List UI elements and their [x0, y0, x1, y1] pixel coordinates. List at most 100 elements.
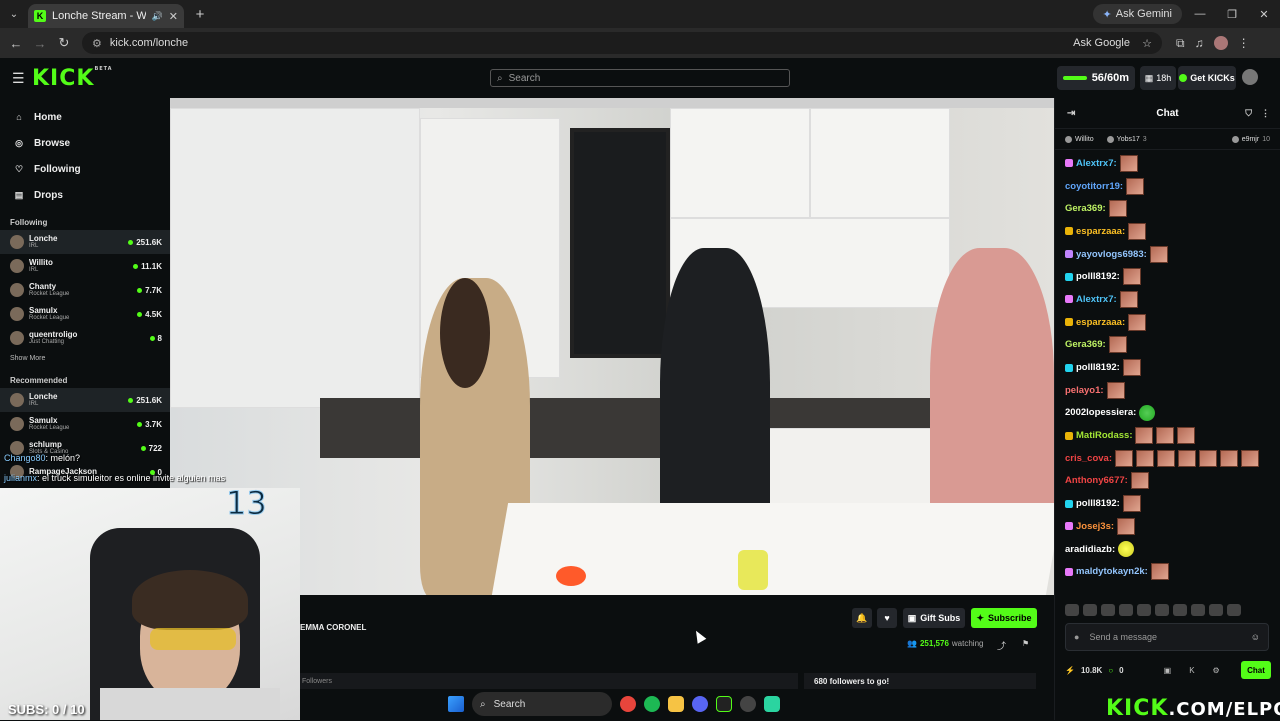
chat-username[interactable]: polll8192: — [1076, 271, 1120, 282]
search-input[interactable]: ⌕ Search — [490, 69, 790, 87]
kick-logo[interactable]: KICKBETA — [32, 66, 113, 91]
channel-category: IRL — [29, 267, 39, 274]
bookmark-star-icon[interactable]: ☆ — [1142, 37, 1152, 50]
close-tab-icon[interactable]: ✕ — [169, 10, 178, 23]
forward-icon[interactable]: → — [28, 36, 52, 51]
chat-username[interactable]: coyotitorr19: — [1065, 181, 1123, 192]
chat-username[interactable]: Anthony6677: — [1065, 475, 1128, 486]
chat-username[interactable]: MatiRodass: — [1076, 430, 1132, 441]
chat-username[interactable]: pelayo1: — [1065, 385, 1104, 396]
subscribe-button[interactable]: ✦ Subscribe — [971, 608, 1037, 628]
settings-gear-icon[interactable]: ⚙ — [1213, 666, 1220, 675]
emote-4[interactable] — [1119, 604, 1133, 616]
chat-username[interactable]: esparzaaa: — [1076, 226, 1125, 237]
kick-app-icon[interactable] — [716, 696, 732, 712]
emote-1[interactable] — [1065, 604, 1079, 616]
shield-icon[interactable]: ⛉ — [1245, 108, 1252, 119]
emoji-picker-icon[interactable]: ☺ — [1251, 632, 1260, 642]
get-kicks-button[interactable]: Get KICKs — [1178, 66, 1236, 90]
chat-username[interactable]: cris_cova: — [1065, 453, 1112, 464]
chat-username[interactable]: yayovlogs6983: — [1076, 249, 1147, 260]
emote-2[interactable] — [1083, 604, 1097, 616]
reload-icon[interactable]: ↻ — [52, 35, 76, 51]
emote-6[interactable] — [1155, 604, 1169, 616]
collapse-chat-icon[interactable]: ⇥ — [1067, 108, 1075, 119]
emote-8[interactable] — [1191, 604, 1205, 616]
hamburger-menu-icon[interactable]: ☰ — [12, 70, 25, 87]
follow-heart-button[interactable]: ♥ — [877, 608, 897, 628]
sidebar-nav-browse[interactable]: ◎ Browse — [0, 130, 170, 156]
streak-pill[interactable]: ▦ 18h — [1140, 66, 1176, 90]
emote-7[interactable] — [1173, 604, 1187, 616]
chat-message-input[interactable]: ● Send a message ☺ — [1065, 623, 1269, 651]
chat-username[interactable]: maldytokayn2k: — [1076, 566, 1148, 577]
url-field[interactable]: ⚙ kick.com/lonche Ask Google ☆ — [82, 32, 1162, 54]
video-player[interactable] — [170, 98, 1054, 595]
chat-username[interactable]: aradidiazb: — [1065, 544, 1115, 555]
new-tab-button[interactable]: + — [188, 6, 212, 23]
channel-tabs[interactable]: Followers — [300, 673, 798, 689]
chat-username[interactable]: Alextrx7: — [1076, 158, 1117, 169]
emote-9[interactable] — [1209, 604, 1223, 616]
share-icon[interactable]: ⤴ — [997, 639, 1006, 652]
file-explorer-icon[interactable] — [668, 696, 684, 712]
maximize-icon[interactable]: ❐ — [1216, 0, 1248, 28]
ask-google-button[interactable]: Ask Google — [1073, 37, 1130, 49]
spotify-icon[interactable] — [644, 696, 660, 712]
emote-10[interactable] — [1227, 604, 1241, 616]
obs-icon[interactable] — [740, 696, 756, 712]
sidebar-channel[interactable]: Willito IRL 11.1K — [0, 254, 170, 278]
audio-app-icon[interactable] — [764, 696, 780, 712]
sidebar-channel[interactable]: Lonche IRL 251.6K — [0, 230, 170, 254]
chat-username[interactable]: polll8192: — [1076, 362, 1120, 373]
media-controls-icon[interactable]: ♫ — [1195, 36, 1204, 51]
minimize-icon[interactable]: — — [1184, 0, 1216, 28]
chat-send-button[interactable]: Chat — [1241, 661, 1271, 679]
chat-username[interactable]: Gera369: — [1065, 203, 1106, 214]
chat-username[interactable]: Gera369: — [1065, 339, 1106, 350]
ask-gemini-button[interactable]: ✦ Ask Gemini — [1092, 4, 1182, 24]
sidebar-channel[interactable]: Samulx Rocket League 4.5K — [0, 302, 170, 326]
show-more-link[interactable]: Show More — [0, 350, 170, 366]
emote-3[interactable] — [1101, 604, 1115, 616]
sidebar-nav-drops[interactable]: ▤ Drops — [0, 182, 170, 208]
top-gifter[interactable]: Yobs17 3 — [1106, 135, 1147, 143]
taskbar-search[interactable]: ⌕ Search — [472, 692, 612, 716]
top-gifter[interactable]: e9mjr 10 — [1231, 135, 1270, 143]
kicks-progress-pill[interactable]: 56/60m — [1057, 66, 1135, 90]
close-window-icon[interactable]: ✕ — [1248, 0, 1280, 28]
menu-kebab-icon[interactable]: ⋮ — [1238, 36, 1250, 51]
chrome-icon[interactable] — [620, 696, 636, 712]
tab-search-icon[interactable]: ⌄ — [0, 0, 28, 28]
pip-icon[interactable]: ▣ — [1164, 666, 1172, 675]
chat-username[interactable]: esparzaaa: — [1076, 317, 1125, 328]
sidebar-channel[interactable]: Chanty Rocket League 7.7K — [0, 278, 170, 302]
speaker-icon[interactable]: 🔊 — [152, 11, 163, 22]
top-gifter[interactable]: Willito — [1065, 135, 1097, 143]
sidebar-nav-home[interactable]: ⌂ Home — [0, 104, 170, 130]
windows-start-icon[interactable] — [448, 696, 464, 712]
sidebar-channel[interactable]: Samulx Rocket League 3.7K — [0, 412, 170, 436]
kick-k-icon[interactable]: K — [1189, 666, 1194, 675]
sidebar-channel[interactable]: Lonche IRL 251.6K — [0, 388, 170, 412]
gift-subs-button[interactable]: ▣ Gift Subs — [903, 608, 965, 628]
extensions-icon[interactable]: ⧉ — [1176, 36, 1185, 51]
sidebar-nav-following[interactable]: ♡ Following — [0, 156, 170, 182]
chat-username[interactable]: Josej3s: — [1076, 521, 1114, 532]
notification-bell-button[interactable]: 🔔 — [852, 608, 872, 628]
emote-strip[interactable] — [1065, 603, 1275, 617]
emote-5[interactable] — [1137, 604, 1151, 616]
discord-icon[interactable] — [692, 696, 708, 712]
chat-username[interactable]: Alextrx7: — [1076, 294, 1117, 305]
sidebar-channel[interactable]: queentroligo Just Chatting 8 — [0, 326, 170, 350]
chat-username[interactable]: polll8192: — [1076, 498, 1120, 509]
report-icon[interactable]: ⚑ — [1022, 639, 1029, 648]
back-icon[interactable]: ← — [4, 36, 28, 51]
profile-avatar[interactable] — [1213, 35, 1228, 50]
chat-username[interactable]: 2002lopessiera: — [1065, 407, 1136, 418]
user-avatar[interactable] — [1242, 69, 1258, 85]
site-info-icon[interactable]: ⚙ — [92, 37, 102, 50]
browser-tab[interactable]: K Lonche Stream - Watch Live 🔊 ✕ — [28, 4, 184, 28]
followers-tab[interactable]: Followers — [302, 678, 332, 685]
chat-settings-icon[interactable]: ⋮ — [1261, 108, 1270, 119]
